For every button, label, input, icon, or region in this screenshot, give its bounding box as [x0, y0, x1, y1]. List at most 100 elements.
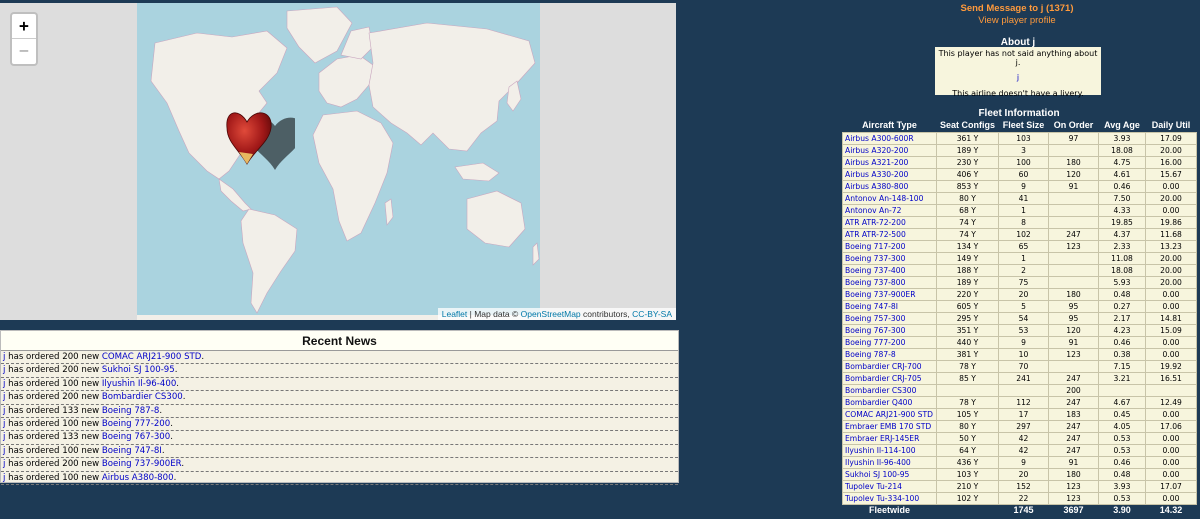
aircraft-type-link[interactable]: Airbus A330-200: [842, 167, 937, 181]
fleet-cell: 7.15: [1098, 359, 1146, 373]
aircraft-type-link[interactable]: Boeing 717-200: [842, 239, 937, 253]
fleet-cell: 230 Y: [936, 155, 999, 169]
fleet-cell: 0.00: [1145, 431, 1197, 445]
fleet-cell: 74 Y: [936, 227, 999, 241]
fleet-cell: 381 Y: [936, 347, 999, 361]
aircraft-type-link[interactable]: Boeing 737-300: [842, 251, 937, 265]
about-letter-link[interactable]: j: [935, 73, 1101, 82]
news-text: has ordered 100 new: [5, 445, 102, 456]
fleet-cell: [1048, 191, 1099, 205]
fleet-body: Airbus A300-600R 361 Y 103 97 3.93 17.09 Airbu…: [842, 131, 1197, 505]
fleet-cell: 68 Y: [936, 203, 999, 217]
fleet-column-header: Avg Age: [1098, 118, 1146, 132]
fleet-cell: 0.00: [1145, 491, 1197, 505]
about-box: This player has not said anything about …: [935, 47, 1101, 98]
fleet-cell: 4.61: [1098, 167, 1146, 181]
view-profile-link[interactable]: View player profile: [860, 15, 1174, 26]
fleet-cell: 4.75: [1098, 155, 1146, 169]
fleet-cell: 19.85: [1098, 215, 1146, 229]
fleet-cell: 18.08: [1098, 263, 1146, 277]
news-aircraft-link[interactable]: Bombardier CS300: [102, 392, 183, 402]
aircraft-type-link[interactable]: Tupolev Tu-214: [842, 479, 937, 493]
news-text: has ordered 133 new: [5, 432, 102, 443]
aircraft-type-link[interactable]: Boeing 747-8I: [842, 299, 937, 313]
news-item: j has ordered 200 new COMAC ARJ21-900 ST…: [1, 351, 678, 365]
fleet-cell: 1: [998, 203, 1049, 217]
news-aircraft-link[interactable]: Boeing 737-900ER: [102, 459, 181, 469]
news-aircraft-link[interactable]: Boeing 787-8: [102, 406, 159, 416]
aircraft-type-link[interactable]: Sukhoi SJ 100-95: [842, 467, 937, 481]
aircraft-type-link[interactable]: Boeing 757-300: [842, 311, 937, 325]
news-aircraft-link[interactable]: Boeing 777-200: [102, 419, 170, 429]
fleet-column-header: On Order: [1048, 118, 1099, 132]
news-aircraft-link[interactable]: Airbus A380-800: [102, 473, 174, 483]
fleet-cell: 11.68: [1145, 227, 1197, 241]
aircraft-type-link[interactable]: Antonov An-72: [842, 203, 937, 217]
aircraft-type-link[interactable]: Airbus A321-200: [842, 155, 937, 169]
heart-marker-icon[interactable]: [225, 108, 295, 170]
aircraft-type-link[interactable]: Ilyushin Il-114-100: [842, 443, 937, 457]
zoom-out-button[interactable]: −: [12, 39, 36, 64]
aircraft-type-link[interactable]: Bombardier CS300: [842, 383, 937, 397]
aircraft-type-link[interactable]: Boeing 777-200: [842, 335, 937, 349]
aircraft-type-link[interactable]: Boeing 737-400: [842, 263, 937, 277]
aircraft-type-link[interactable]: COMAC ARJ21-900 STD: [842, 407, 937, 421]
fleet-cell: 15.67: [1145, 167, 1197, 181]
aircraft-type-link[interactable]: Embraer ERJ-145ER: [842, 431, 937, 445]
send-message-link[interactable]: Send Message to j (1371): [860, 3, 1174, 14]
news-aircraft-link[interactable]: Boeing 747-8I: [102, 446, 162, 456]
news-aircraft-link[interactable]: Sukhoi SJ 100-95: [102, 365, 175, 375]
aircraft-type-link[interactable]: Antonov An-148-100: [842, 191, 937, 205]
aircraft-type-link[interactable]: Bombardier CRJ-700: [842, 359, 937, 373]
fleet-cell: 20: [998, 287, 1049, 301]
fleet-cell: 0.00: [1145, 407, 1197, 421]
aircraft-type-link[interactable]: ATR ATR-72-200: [842, 215, 937, 229]
zoom-control: + −: [10, 12, 38, 66]
zoom-in-button[interactable]: +: [12, 14, 36, 39]
aircraft-type-link[interactable]: Airbus A300-600R: [842, 131, 937, 145]
aircraft-type-link[interactable]: ATR ATR-72-500: [842, 227, 937, 241]
aircraft-type-link[interactable]: Boeing 787-8: [842, 347, 937, 361]
news-aircraft-link[interactable]: COMAC ARJ21-900 STD: [102, 352, 202, 362]
fleet-cell: 4.23: [1098, 323, 1146, 337]
fleet-cell: 220 Y: [936, 287, 999, 301]
fleet-cell: [1048, 143, 1099, 157]
fleet-column-header: Aircraft Type: [842, 118, 937, 132]
aircraft-type-link[interactable]: Bombardier CRJ-705: [842, 371, 937, 385]
fleet-cell: 15.09: [1145, 323, 1197, 337]
news-aircraft-link[interactable]: Boeing 767-300: [102, 432, 170, 442]
fleet-cell: 351 Y: [936, 323, 999, 337]
aircraft-type-link[interactable]: Airbus A320-200: [842, 143, 937, 157]
aircraft-type-link[interactable]: Bombardier Q400: [842, 395, 937, 409]
license-link[interactable]: CC-BY-SA: [632, 309, 672, 319]
fleet-cell: 16.51: [1145, 371, 1197, 385]
fleet-row: Ilyushin Il-96-400 436 Y 9 91 0.46 0.00: [842, 455, 1197, 469]
fleet-column-header: Daily Util: [1145, 118, 1197, 132]
fleet-row: Bombardier CS300 200: [842, 383, 1197, 397]
fleet-cell: 0.45: [1098, 407, 1146, 421]
fleet-cell: 297: [998, 419, 1049, 433]
fleet-cell: 3.93: [1098, 479, 1146, 493]
fleet-cell: 0.00: [1145, 335, 1197, 349]
leaflet-link[interactable]: Leaflet: [442, 309, 468, 319]
news-aircraft-link[interactable]: Ilyushin Il-96-400: [102, 379, 176, 389]
aircraft-type-link[interactable]: Embraer EMB 170 STD: [842, 419, 937, 433]
aircraft-type-link[interactable]: Tupolev Tu-334-100: [842, 491, 937, 505]
aircraft-type-link[interactable]: Ilyushin Il-96-400: [842, 455, 937, 469]
fleet-cell: [1048, 203, 1099, 217]
aircraft-type-link[interactable]: Boeing 737-800: [842, 275, 937, 289]
route-map[interactable]: + − Leaflet | Map data © OpenStreetMap c…: [0, 3, 676, 320]
fleet-row: Airbus A321-200 230 Y 100 180 4.75 16.00: [842, 155, 1197, 169]
fleet-cell: 3.93: [1098, 131, 1146, 145]
fleet-cell: 0.53: [1098, 491, 1146, 505]
fleet-cell: 605 Y: [936, 299, 999, 313]
news-item: j has ordered 200 new Bombardier CS300.: [1, 391, 678, 405]
aircraft-type-link[interactable]: Boeing 767-300: [842, 323, 937, 337]
osm-link[interactable]: OpenStreetMap: [521, 309, 581, 319]
aircraft-type-link[interactable]: Airbus A380-800: [842, 179, 937, 193]
aircraft-type-link[interactable]: Boeing 737-900ER: [842, 287, 937, 301]
fleet-cell: 436 Y: [936, 455, 999, 469]
news-end: .: [181, 459, 185, 470]
world-map-tiles[interactable]: [137, 3, 540, 320]
fleet-row: Tupolev Tu-214 210 Y 152 123 3.93 17.07: [842, 479, 1197, 493]
